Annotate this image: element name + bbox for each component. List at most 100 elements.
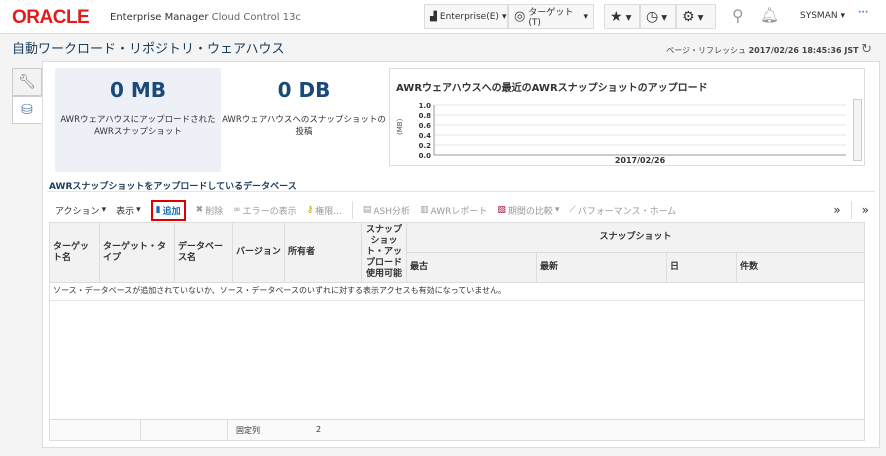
- chart-plot: (MB) 1.0 0.8 0.6 0.4 0.2 0.0 2017/02/26: [396, 102, 846, 165]
- ash-icon: ▤: [362, 205, 372, 215]
- user-name: SYSMAN: [800, 11, 838, 21]
- stat-label: AWRウェアハウスにアップロードされたAWRスナップショット: [60, 115, 216, 137]
- databases-table: ターゲット名 ターゲット・タイプ データベース名 バージョン 所有者 スナップシ…: [49, 222, 865, 283]
- overflow-button[interactable]: »: [833, 203, 840, 217]
- y-tick-label: 0.6: [419, 122, 432, 130]
- col-group-snapshots: スナップショット: [406, 222, 865, 253]
- col-db-name[interactable]: データベース名: [174, 222, 233, 283]
- chart-scrollbar[interactable]: [853, 99, 862, 161]
- favorites-menu[interactable]: ★ ▾: [604, 4, 640, 29]
- col-newest[interactable]: 最新: [536, 252, 667, 283]
- history-menu[interactable]: ◷ ▾: [640, 4, 676, 29]
- stat-value: 0 DB: [277, 78, 331, 102]
- actions-menu[interactable]: アクション ▾: [55, 204, 106, 217]
- wrench-tab[interactable]: 🔧︎: [12, 68, 42, 96]
- add-icon: ▮: [155, 205, 161, 215]
- empty-message: ソース・データベースが追加されていないか、ソース・データベースのいずれに対する表…: [50, 281, 864, 301]
- col-oldest[interactable]: 最古: [406, 252, 537, 283]
- perf-home-button[interactable]: ⟋ パフォーマンス・ホーム: [569, 204, 676, 217]
- chart-icon: ⟋: [569, 205, 576, 215]
- frozen-columns-label: 固定列: [236, 426, 260, 435]
- product-title: Enterprise Manager: [110, 12, 209, 23]
- main-panel: 0 MB AWRウェアハウスにアップロードされたAWRスナップショット 0 DB…: [42, 61, 880, 448]
- awr-report-label: AWRレポート: [430, 206, 488, 217]
- table-footer: 固定列 2: [49, 419, 865, 441]
- col-target-name[interactable]: ターゲット名: [49, 222, 100, 283]
- product-subtitle: Cloud Control 13c: [211, 12, 301, 23]
- privileges-label: 権限...: [315, 206, 342, 217]
- target-icon: ◎: [514, 9, 526, 24]
- enterprise-label: Enterprise(E): [439, 11, 499, 22]
- col-owner[interactable]: 所有者: [284, 222, 362, 283]
- show-errors-label: エラーの表示: [242, 206, 297, 217]
- ash-label: ASH分析: [373, 206, 411, 217]
- delete-button[interactable]: ✖ 削除: [196, 204, 224, 217]
- table-toolbar: アクション ▾ 表示 ▾ ▮ 追加 ✖ 削除 ∞ エラーの表示 ⚷ 権限... ▤ ASH分析…: [47, 198, 875, 222]
- actions-label: アクション: [55, 206, 100, 217]
- stat-label: AWRウェアハウスへのスナップショットの投稿: [222, 115, 386, 137]
- col-upload-enabled[interactable]: スナップショット・アップロード使用可能: [361, 222, 407, 283]
- divider: [47, 191, 875, 192]
- refresh-time: 2017/02/26 18:45:36 JST: [748, 46, 859, 55]
- privileges-button[interactable]: ⚷ 権限...: [307, 204, 342, 217]
- col-count[interactable]: 件数: [736, 252, 865, 283]
- report-icon: ▥: [420, 205, 429, 215]
- y-tick-label: 0.0: [419, 152, 432, 160]
- stat-uploaded-mb: 0 MB AWRウェアハウスにアップロードされたAWRスナップショット: [55, 68, 221, 172]
- database-tab[interactable]: ⛁: [12, 96, 42, 124]
- x-tick-label: 2017/02/26: [615, 156, 666, 165]
- y-tick-label: 0.2: [419, 142, 432, 150]
- delete-icon: ✖: [195, 205, 204, 215]
- perf-home-label: パフォーマンス・ホーム: [577, 206, 677, 217]
- enterprise-menu[interactable]: ▟ Enterprise(E) ▾: [424, 4, 508, 29]
- compare-button[interactable]: ▧ 期間の比較 ▾: [497, 204, 559, 217]
- more-icon[interactable]: ···: [858, 8, 868, 18]
- global-header: ORACLE Enterprise Manager Cloud Control …: [0, 0, 886, 34]
- table-body: ソース・データベースが追加されていないか、ソース・データベースのいずれに対する表…: [49, 281, 865, 421]
- product-name: Enterprise Manager Cloud Control 13c: [110, 12, 301, 23]
- awr-report-button[interactable]: ▥ AWRレポート: [420, 204, 487, 217]
- show-errors-button[interactable]: ∞ エラーの表示: [233, 204, 297, 217]
- col-version[interactable]: バージョン: [232, 222, 285, 283]
- setup-menu[interactable]: ⚙ ▾: [676, 4, 716, 29]
- targets-menu[interactable]: ◎ ターゲット(T) ▾: [508, 4, 594, 29]
- add-label: 追加: [162, 206, 181, 217]
- y-axis-label: (MB): [396, 118, 404, 135]
- view-label: 表示: [116, 206, 135, 217]
- compare-icon: ▧: [497, 205, 506, 215]
- compare-label: 期間の比較: [507, 206, 553, 217]
- separator: [351, 201, 353, 219]
- search-icon[interactable]: ⚲: [732, 6, 744, 25]
- side-tabs: 🔧︎ ⛁: [12, 68, 42, 124]
- separator: [850, 201, 852, 219]
- targets-label: ターゲット(T): [528, 8, 574, 28]
- ash-button[interactable]: ▤ ASH分析: [363, 204, 410, 217]
- page-title: 自動ワークロード・リポジトリ・ウェアハウス: [12, 42, 285, 57]
- view-menu[interactable]: 表示 ▾: [116, 204, 141, 217]
- add-button[interactable]: ▮ 追加: [150, 199, 186, 221]
- frozen-columns-value[interactable]: 2: [316, 425, 321, 434]
- clock-icon: ◷: [646, 8, 659, 25]
- stat-databases: 0 DB AWRウェアハウスへのスナップショットの投稿: [221, 68, 387, 172]
- y-tick-label: 1.0: [419, 102, 432, 110]
- gear-icon: ⚙: [682, 8, 695, 25]
- database-icon: ⛁: [21, 102, 33, 118]
- col-days[interactable]: 日: [666, 252, 737, 283]
- user-menu[interactable]: SYSMAN ▾: [800, 11, 845, 21]
- overflow-button-2[interactable]: »: [862, 203, 869, 217]
- bell-icon[interactable]: 🔔︎: [760, 6, 779, 24]
- col-target-type[interactable]: ターゲット・タイプ: [99, 222, 175, 283]
- refresh-icon[interactable]: ↻: [861, 42, 872, 57]
- star-icon: ★: [610, 8, 623, 25]
- chart-title: AWRウェアハウスへの最近のAWRスナップショットのアップロード: [396, 83, 708, 94]
- stat-value: 0 MB: [109, 78, 167, 102]
- delete-label: 削除: [205, 206, 224, 217]
- wrench-icon: 🔧︎: [18, 74, 36, 90]
- page-refresh: ページ・リフレッシュ 2017/02/26 18:45:36 JST ↻: [666, 42, 872, 57]
- y-tick-label: 0.4: [419, 132, 432, 140]
- refresh-label: ページ・リフレッシュ: [666, 46, 747, 55]
- key-icon: ⚷: [306, 205, 314, 215]
- upload-chart: AWRウェアハウスへの最近のAWRスナップショットのアップロード (MB) 1.…: [389, 68, 865, 166]
- enterprise-icon: ▟: [430, 11, 437, 22]
- oracle-logo: ORACLE: [12, 7, 90, 28]
